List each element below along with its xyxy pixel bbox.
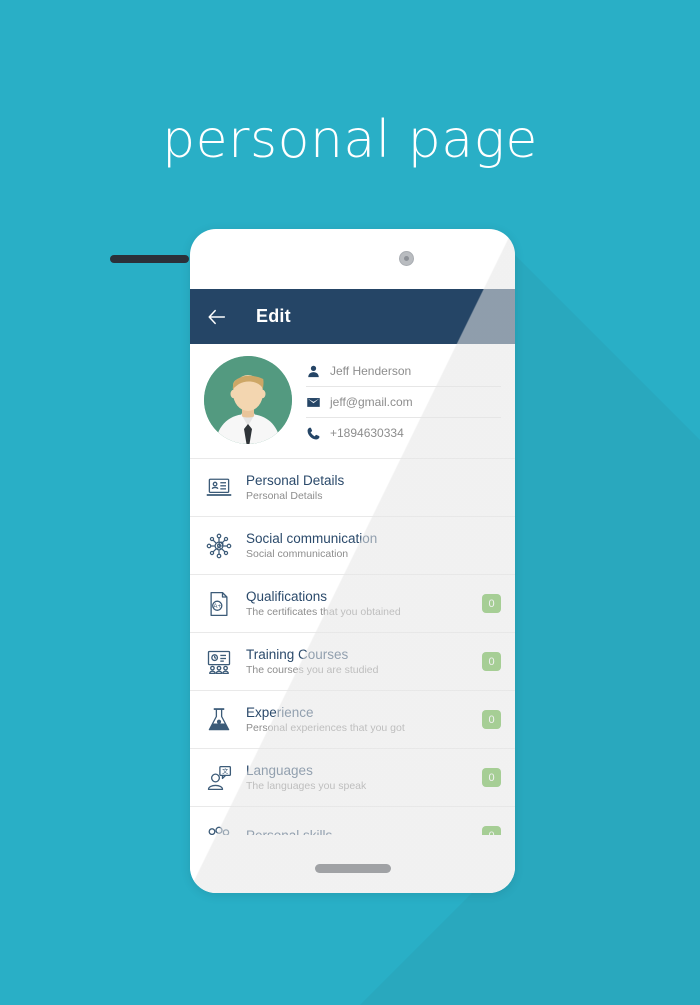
person-icon — [308, 365, 319, 377]
envelope-icon — [307, 397, 320, 407]
speaker-grille-icon — [110, 255, 189, 263]
flask-icon — [204, 705, 234, 735]
list-item-text: Languages The languages you speak — [246, 762, 482, 794]
page-title: personal page — [162, 110, 538, 170]
phone-screen: Edit Jeff Henderson jeff@gmail.com +1894… — [190, 289, 515, 839]
list-item-experience[interactable]: Experience Personal experiences that you… — [190, 690, 515, 748]
list-item-text: Personal Details Personal Details — [246, 472, 482, 504]
phone-icon — [307, 427, 320, 439]
list-item-text: Qualifications The certificates that you… — [246, 588, 482, 620]
camera-lens-icon — [399, 251, 414, 266]
contact-value: jeff@gmail.com — [330, 395, 413, 409]
network-hub-icon — [204, 531, 234, 561]
status-badge: 0 — [482, 652, 501, 671]
status-badge: 0 — [482, 594, 501, 613]
svg-text:A+: A+ — [213, 603, 221, 610]
profile-section: Jeff Henderson jeff@gmail.com +189463033… — [190, 344, 515, 458]
list-item-subtitle: Personal Details — [246, 489, 323, 502]
list-item-languages[interactable]: 文 Languages The languages you speak 0 — [190, 748, 515, 806]
svg-text:文: 文 — [222, 767, 228, 775]
list-item-title: Social communication — [246, 530, 378, 546]
list-item-subtitle: Social communication — [246, 547, 349, 560]
list-item-title: Languages — [246, 762, 313, 778]
contact-value: Jeff Henderson — [330, 364, 412, 378]
status-badge: 0 — [482, 768, 501, 787]
list-item-title: Qualifications — [246, 588, 328, 604]
list-item-qualifications[interactable]: A+ Qualifications The certificates that … — [190, 574, 515, 632]
app-bar-title: Edit — [256, 306, 291, 326]
contact-row-email[interactable]: jeff@gmail.com — [306, 387, 501, 418]
avatar[interactable] — [204, 356, 292, 444]
language-person-icon: 文 — [204, 763, 234, 793]
list-item-title: Experience — [246, 704, 314, 720]
home-indicator[interactable] — [315, 864, 391, 873]
contact-value: +1894630334 — [330, 426, 404, 440]
list-item-personal-details[interactable]: Personal Details Personal Details — [190, 458, 515, 516]
certificate-icon: A+ — [204, 589, 234, 619]
status-badge: 0 — [482, 710, 501, 729]
list-item-subtitle: The languages you speak — [246, 779, 367, 792]
list-item-title: Training Courses — [246, 646, 349, 662]
app-bar: Edit — [190, 289, 515, 344]
list-item-subtitle: The certificates that you obtained — [246, 605, 401, 618]
id-card-icon — [204, 473, 234, 503]
list-item-text: Experience Personal experiences that you… — [246, 704, 482, 736]
arrow-left-icon[interactable] — [206, 306, 228, 328]
contact-row-name[interactable]: Jeff Henderson — [306, 356, 501, 387]
list-item-subtitle: The courses you are studied — [246, 663, 379, 676]
section-list: Personal Details Personal Details Social… — [190, 458, 515, 839]
user-avatar-illustration — [204, 356, 292, 444]
list-item-text: Training Courses The courses you are stu… — [246, 646, 482, 678]
list-item-title: Personal Details — [246, 472, 345, 488]
list-item-subtitle: Personal experiences that you got — [246, 721, 405, 734]
contact-row-phone[interactable]: +1894630334 — [306, 418, 501, 448]
list-item-text: Social communication Social communicatio… — [246, 530, 482, 562]
list-item-training-courses[interactable]: Training Courses The courses you are stu… — [190, 632, 515, 690]
list-item-social-communication[interactable]: Social communication Social communicatio… — [190, 516, 515, 574]
presentation-icon — [204, 647, 234, 677]
contact-list: Jeff Henderson jeff@gmail.com +189463033… — [306, 356, 501, 448]
